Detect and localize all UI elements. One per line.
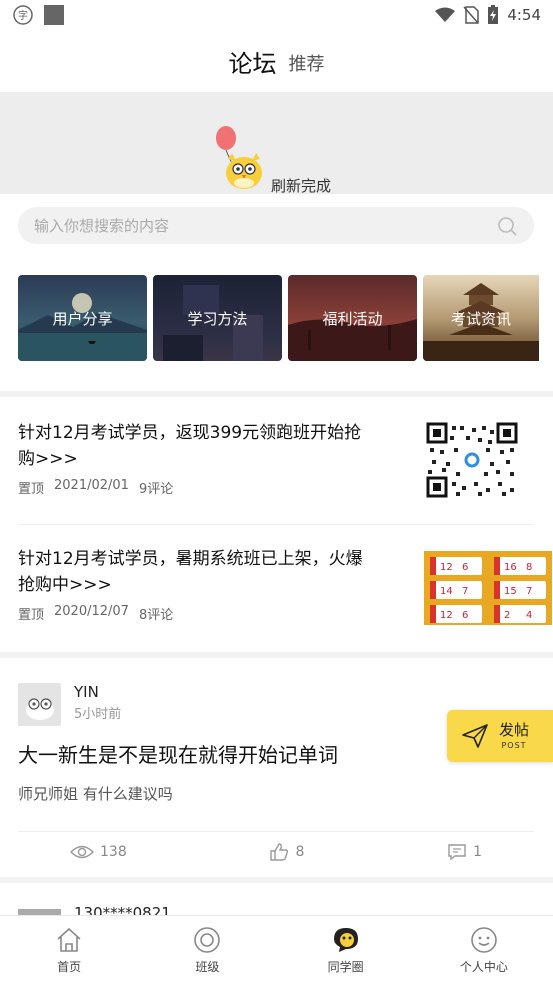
category-label: 考试资讯 <box>450 309 511 328</box>
classmates-icon <box>333 928 358 952</box>
battery-charging-icon <box>488 5 499 24</box>
views-count: 138 <box>100 843 127 860</box>
tab-recommend-label: 推荐 <box>288 54 325 75</box>
clock: 4:54 <box>507 6 541 24</box>
pinned-post[interactable]: 针对12月考试学员，暑期系统班已上架，火爆抢购中>>> 置顶 2020/12/0… <box>18 546 552 628</box>
svg-text:2: 2 <box>504 610 510 621</box>
post-body: 师兄师姐 有什么建议吗 <box>18 785 173 803</box>
like-button[interactable]: 8 <box>269 842 304 862</box>
no-sim-icon <box>463 6 480 24</box>
nav-profile-label: 个人中心 <box>459 960 508 974</box>
category-card-benefits[interactable]: 福利活动 <box>288 275 417 361</box>
pinned-tag: 置顶 <box>18 608 45 623</box>
post-time: 5小时前 <box>74 707 122 722</box>
svg-text:8: 8 <box>526 562 532 573</box>
category-row: 用户分享 学习方法 福利活动 考试资讯 <box>18 275 539 361</box>
comment-count: 9评论 <box>138 482 174 497</box>
profile-icon <box>471 927 497 953</box>
class-icon <box>194 927 221 953</box>
post-author[interactable]: YIN <box>74 683 99 701</box>
svg-text:16: 16 <box>504 562 517 573</box>
post-date: 2020/12/07 <box>54 604 129 619</box>
svg-text:12: 12 <box>440 610 453 621</box>
post-title: 大一新生是不是现在就得开始记单词 <box>18 743 338 767</box>
category-label: 用户分享 <box>52 309 113 328</box>
section-divider <box>0 877 553 883</box>
status-bar: 字 4:54 <box>0 0 553 30</box>
nav-classmates-label: 同学圈 <box>327 960 364 974</box>
post-date: 2021/02/01 <box>54 478 129 493</box>
tab-forum-label: 论坛 <box>228 50 277 78</box>
nav-home-label: 首页 <box>57 960 82 974</box>
translate-icon: 字 <box>13 5 33 25</box>
bottom-nav: 首页 班级 同学圈 个人中心 <box>0 915 553 983</box>
svg-text:14: 14 <box>440 586 453 597</box>
forum-tabs: 论坛 推荐 <box>0 40 553 85</box>
category-card-user-share[interactable]: 用户分享 <box>18 275 147 361</box>
nav-classmates[interactable]: 同学圈 <box>277 916 415 983</box>
views-stat: 138 <box>70 844 127 860</box>
pinned-post[interactable]: 针对12月考试学员，返现399元领跑班开始抢购>>> 置顶 2021/02/01… <box>18 420 534 502</box>
pinned-tag: 置顶 <box>18 482 45 497</box>
tab-recommend[interactable]: 推荐 <box>289 50 325 85</box>
search-input[interactable]: 输入你想搜索的内容 <box>34 215 169 236</box>
svg-text:6: 6 <box>462 562 468 573</box>
send-plane-icon <box>462 724 488 748</box>
comment-icon <box>448 843 466 860</box>
svg-text:6: 6 <box>462 610 468 621</box>
svg-text:7: 7 <box>526 586 532 597</box>
qr-code-thumbnail <box>426 422 518 498</box>
category-label: 学习方法 <box>187 309 248 328</box>
post-stats: 138 8 1 <box>18 831 534 871</box>
svg-text:7: 7 <box>462 586 468 597</box>
search-icon[interactable] <box>496 215 518 237</box>
pinned-post-title: 针对12月考试学员，暑期系统班已上架，火爆抢购中>>> <box>18 549 363 595</box>
section-divider <box>0 391 553 397</box>
wifi-icon <box>435 7 456 22</box>
new-post-sublabel: POST <box>501 740 527 750</box>
category-card-exam-news[interactable]: 考试资讯 <box>423 275 539 361</box>
category-card-study-method[interactable]: 学习方法 <box>153 275 282 361</box>
pinned-post-title: 针对12月考试学员，返现399元领跑班开始抢购>>> <box>18 423 362 469</box>
calendar-promo-thumbnail: 12 6 16 8 14 7 15 7 12 6 2 4 <box>424 551 552 625</box>
nav-class-label: 班级 <box>195 960 220 974</box>
comment-button[interactable]: 1 <box>447 843 482 861</box>
nav-home[interactable]: 首页 <box>0 916 138 983</box>
thumbs-up-icon <box>270 842 289 861</box>
notification-square-icon <box>44 5 64 25</box>
new-post-label: 发帖 <box>499 720 530 739</box>
pull-refresh-area: 刷新完成 <box>0 92 553 195</box>
search-bar[interactable]: 输入你想搜索的内容 <box>18 207 534 244</box>
new-post-button[interactable]: 发帖 POST <box>447 710 553 762</box>
category-label: 福利活动 <box>322 309 383 328</box>
svg-text:字: 字 <box>18 9 28 22</box>
svg-text:12: 12 <box>440 562 453 573</box>
svg-text:15: 15 <box>504 586 517 597</box>
comment-count: 8评论 <box>138 608 174 623</box>
comments-count: 1 <box>473 843 482 860</box>
home-icon <box>57 927 81 952</box>
nav-profile[interactable]: 个人中心 <box>415 916 553 983</box>
svg-text:4: 4 <box>526 610 532 621</box>
tab-forum[interactable]: 论坛 <box>228 44 277 85</box>
refresh-status-text: 刷新完成 <box>271 177 332 195</box>
owl-avatar-icon <box>25 697 54 720</box>
section-divider <box>0 652 553 658</box>
eye-icon <box>70 845 94 858</box>
owl-mascot-balloon-icon <box>216 126 262 189</box>
avatar[interactable] <box>18 683 61 726</box>
likes-count: 8 <box>295 843 305 860</box>
list-divider <box>18 524 534 525</box>
nav-class[interactable]: 班级 <box>138 916 276 983</box>
